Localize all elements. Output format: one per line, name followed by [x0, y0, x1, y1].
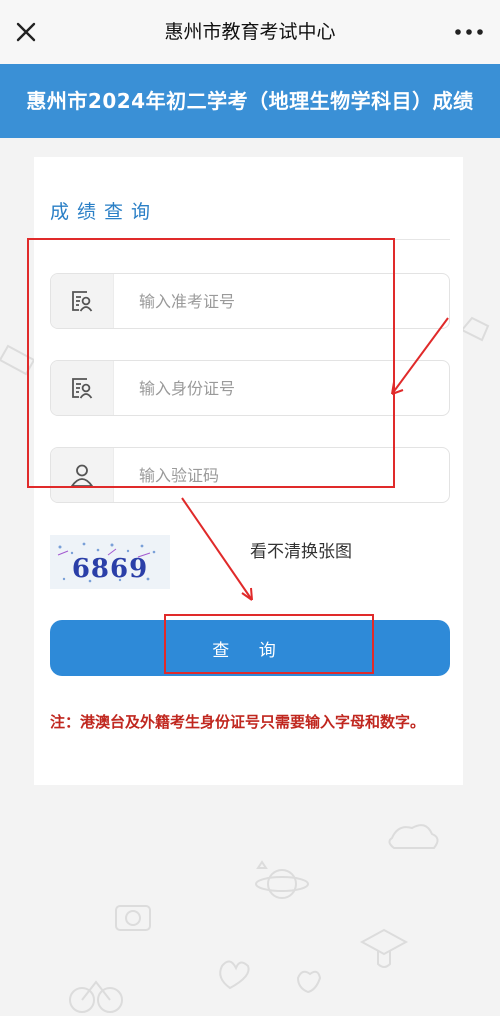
id-card-icon	[72, 378, 93, 399]
more-icon[interactable]	[452, 20, 486, 44]
captcha-text: 6869	[72, 554, 148, 584]
notice-text: 注：港澳台及外籍考生身份证号只需要输入字母和数字。	[50, 713, 426, 731]
exam-number-icon-box	[51, 274, 114, 328]
form-title: 成绩查询	[50, 201, 159, 223]
divider	[50, 239, 450, 240]
captcha-icon-box	[51, 448, 114, 502]
captcha-field	[50, 447, 450, 503]
refresh-captcha-link[interactable]: 看不清换张图	[250, 537, 352, 562]
id-card-icon	[72, 291, 93, 312]
query-button[interactable]: 查 询	[50, 620, 450, 676]
captcha-input[interactable]	[113, 448, 443, 502]
top-nav-bar: 惠州市教育考试中心	[0, 0, 500, 65]
captcha-image[interactable]: 6869	[50, 535, 170, 589]
exam-number-field	[50, 273, 450, 329]
user-icon	[70, 464, 94, 487]
close-icon[interactable]	[10, 16, 42, 48]
id-number-field	[50, 360, 450, 416]
page-banner: 惠州市2024年初二学考（地理生物学科目）成绩	[0, 64, 500, 138]
exam-number-input[interactable]	[113, 274, 443, 328]
query-form-card: 成绩查询 输入准考证号 输入身份证号 输入验证码 6869 看不清换张图 查 询…	[34, 157, 463, 785]
id-number-input[interactable]	[113, 361, 443, 415]
nav-title: 惠州市教育考试中心	[164, 21, 336, 43]
id-number-icon-box	[51, 361, 114, 415]
captcha-graphic: 6869	[57, 542, 156, 584]
